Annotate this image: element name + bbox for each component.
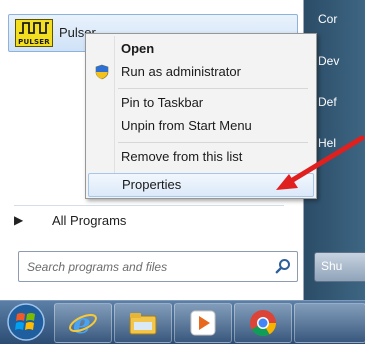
taskbar-chrome[interactable] [234, 303, 292, 343]
shutdown-button[interactable]: Shu [314, 252, 365, 282]
uac-shield-icon [95, 64, 109, 80]
file-explorer-icon [129, 313, 157, 335]
menu-item-label: Open [121, 41, 155, 56]
pulser-logo-icon: PULSER [15, 19, 53, 47]
start-orb-icon[interactable] [4, 302, 48, 342]
taskbar-media-player[interactable] [174, 303, 232, 343]
menu-item-label: Properties [122, 177, 182, 192]
divider [14, 205, 284, 206]
all-programs-button[interactable]: ▶ All Programs [14, 210, 294, 232]
menu-item-run-as-administrator[interactable]: Run as administrator [88, 61, 312, 83]
taskbar: e [0, 300, 365, 344]
search-input[interactable] [19, 252, 269, 281]
shutdown-label: Shu [321, 259, 343, 273]
search-icon[interactable] [275, 258, 291, 274]
right-panel-item-0[interactable]: Cor [318, 12, 337, 26]
menu-item-label: Remove from this list [121, 149, 243, 164]
all-programs-label: All Programs [52, 213, 127, 228]
right-panel-item-1[interactable]: Dev [318, 54, 339, 68]
pulser-logo-text: PULSER [18, 38, 50, 46]
chrome-icon [250, 310, 277, 337]
menu-item-pin-to-taskbar[interactable]: Pin to Taskbar [88, 92, 312, 114]
menu-item-open[interactable]: Open [88, 38, 312, 60]
search-box[interactable] [18, 251, 298, 282]
media-player-icon [190, 310, 216, 336]
svg-text:e: e [73, 308, 91, 338]
menu-item-label: Run as administrator [121, 64, 241, 79]
taskbar-internet-explorer[interactable]: e [54, 303, 112, 343]
annotation-arrow-icon [276, 135, 365, 190]
taskbar-file-explorer[interactable] [114, 303, 172, 343]
menu-item-label: Unpin from Start Menu [121, 118, 252, 133]
menu-separator [118, 88, 308, 89]
right-panel-item-2[interactable]: Def [318, 95, 337, 109]
chevron-right-icon: ▶ [14, 213, 24, 227]
menu-item-label: Pin to Taskbar [121, 95, 204, 110]
taskbar-next-item[interactable] [294, 303, 365, 343]
internet-explorer-icon: e [69, 308, 97, 338]
